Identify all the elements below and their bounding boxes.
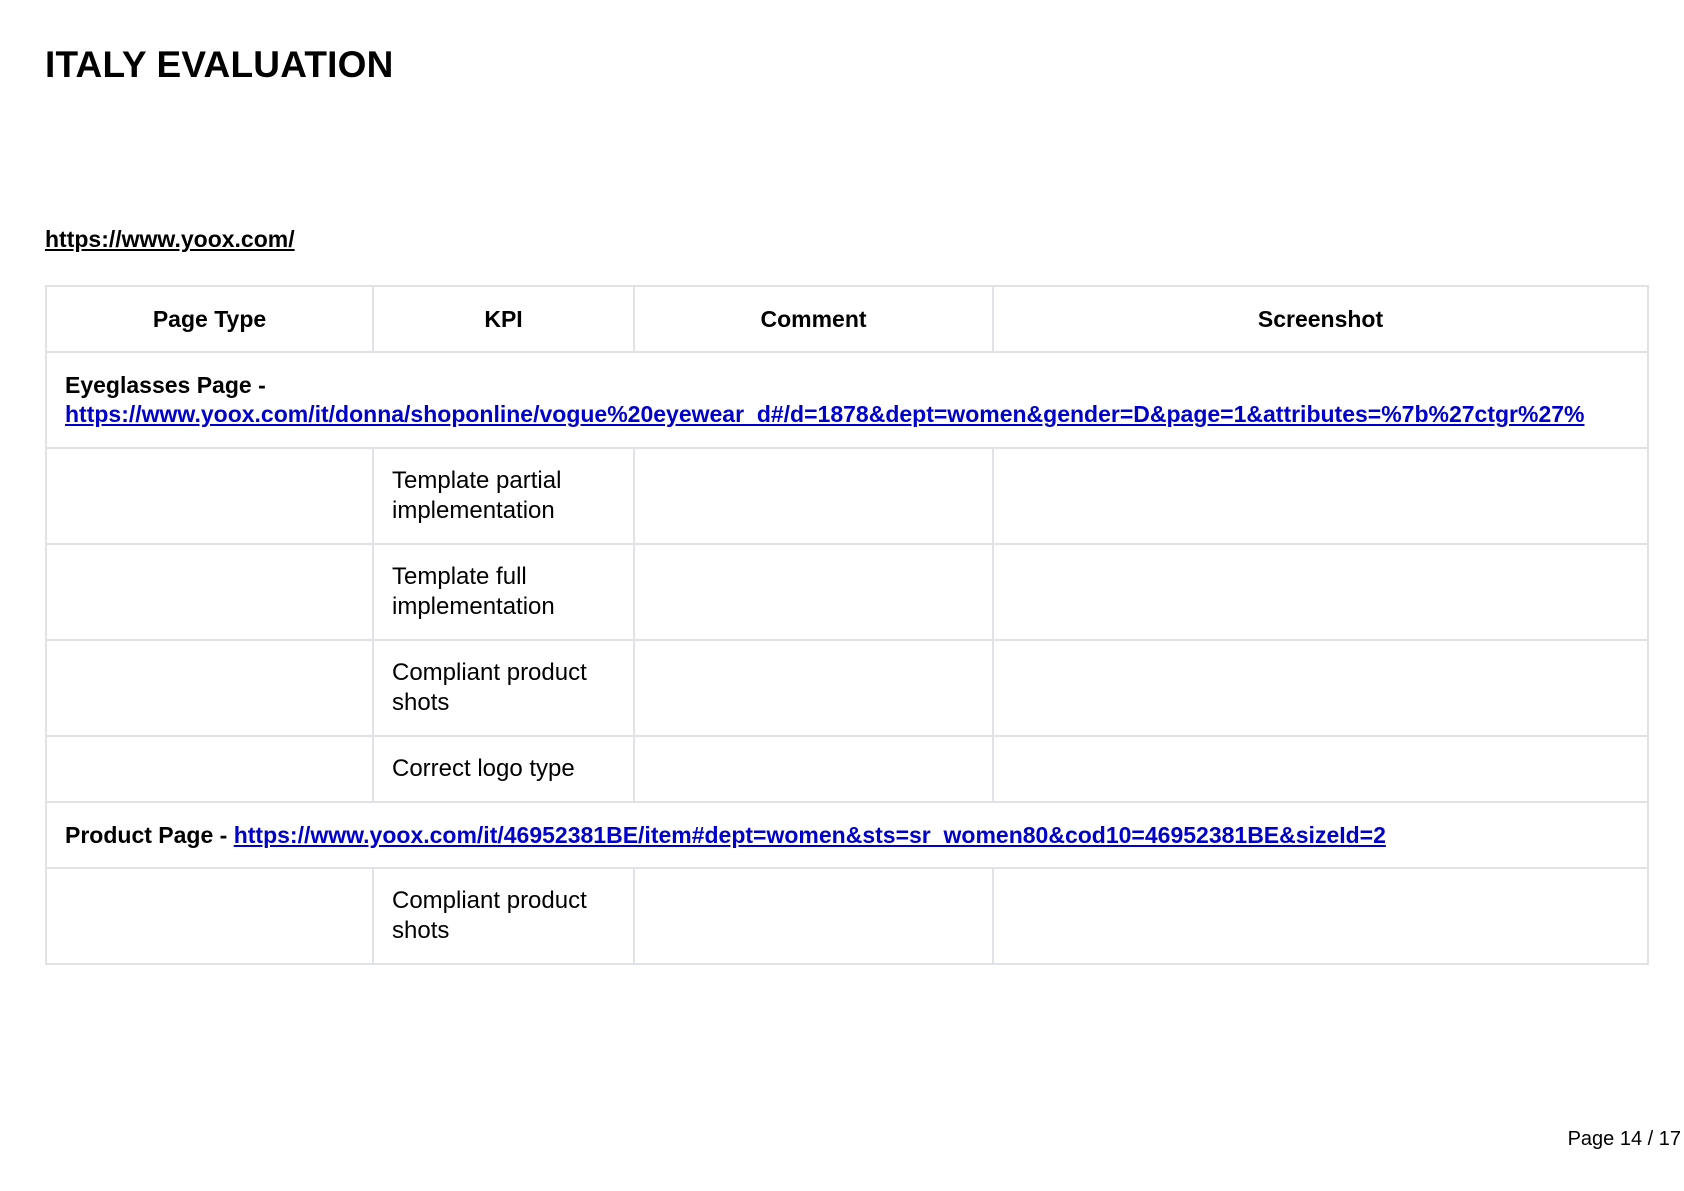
eyeglasses-page-link[interactable]: https://www.yoox.com/it/donna/shoponline… xyxy=(65,401,1584,427)
page-type-cell xyxy=(45,447,374,545)
section-cell-eyeglasses: Eyeglasses Page - https://www.yoox.com/i… xyxy=(45,351,1649,449)
kpi-cell: Template partial implementation xyxy=(372,447,635,545)
product-page-link[interactable]: https://www.yoox.com/it/46952381BE/item#… xyxy=(234,822,1386,848)
section-row-product: Product Page - https://www.yoox.com/it/4… xyxy=(45,801,1649,869)
kpi-cell: Template full implementation xyxy=(372,543,635,641)
section-cell-product: Product Page - https://www.yoox.com/it/4… xyxy=(45,801,1649,869)
table-row: Correct logo type xyxy=(45,735,1649,803)
section-label-product: Product Page - xyxy=(65,821,228,848)
comment-cell[interactable] xyxy=(633,447,994,545)
kpi-cell: Compliant product shots xyxy=(372,639,635,737)
page-type-cell xyxy=(45,735,374,803)
evaluation-table: Page Type KPI Comment Screenshot Eyeglas… xyxy=(45,285,1649,965)
screenshot-cell[interactable] xyxy=(992,543,1649,641)
table-row: Template full implementation xyxy=(45,543,1649,641)
comment-cell[interactable] xyxy=(633,735,994,803)
table-row: Compliant product shots xyxy=(45,639,1649,737)
header-comment: Comment xyxy=(633,285,994,353)
screenshot-cell[interactable] xyxy=(992,867,1649,965)
header-kpi: KPI xyxy=(372,285,635,353)
page-type-cell xyxy=(45,867,374,965)
table-row: Template partial implementation xyxy=(45,447,1649,545)
page-number: Page 14 / 17 xyxy=(1567,1128,1681,1150)
comment-cell[interactable] xyxy=(633,639,994,737)
screenshot-cell[interactable] xyxy=(992,735,1649,803)
kpi-cell: Correct logo type xyxy=(372,735,635,803)
section-row-eyeglasses: Eyeglasses Page - https://www.yoox.com/i… xyxy=(45,351,1649,449)
page-title: ITALY EVALUATION xyxy=(45,44,394,85)
kpi-cell: Compliant product shots xyxy=(372,867,635,965)
screenshot-cell[interactable] xyxy=(992,447,1649,545)
site-url-link[interactable]: https://www.yoox.com/ xyxy=(45,226,295,253)
header-screenshot: Screenshot xyxy=(992,285,1649,353)
header-page-type: Page Type xyxy=(45,285,374,353)
page-type-cell xyxy=(45,639,374,737)
page-type-cell xyxy=(45,543,374,641)
screenshot-cell[interactable] xyxy=(992,639,1649,737)
comment-cell[interactable] xyxy=(633,867,994,965)
table-header-row: Page Type KPI Comment Screenshot xyxy=(45,285,1649,353)
table-row: Compliant product shots xyxy=(45,867,1649,965)
comment-cell[interactable] xyxy=(633,543,994,641)
section-label-eyeglasses: Eyeglasses Page - xyxy=(65,372,266,398)
